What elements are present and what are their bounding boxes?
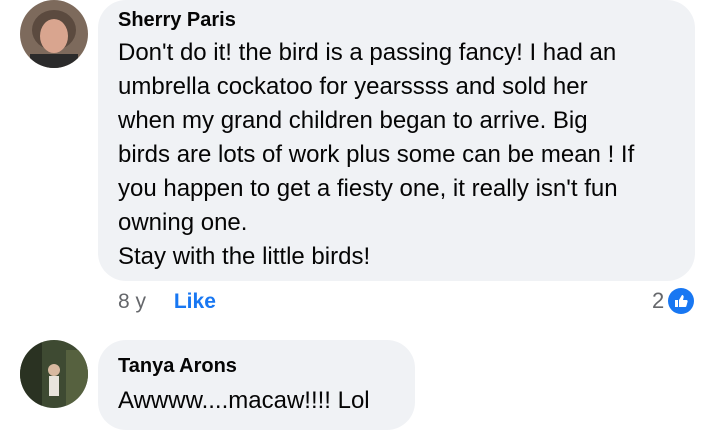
avatar[interactable] <box>20 0 88 68</box>
comment-text: Don't do it! the bird is a passing fancy… <box>118 39 635 270</box>
reaction-count: 2 <box>652 288 665 313</box>
comment-bubble: Tanya Arons Awwww....macaw!!!! Lol <box>98 340 415 430</box>
like-button[interactable]: Like <box>174 290 216 313</box>
comment-text: Awwww....macaw!!!! Lol <box>118 387 370 414</box>
comment-meta: 8 y Like <box>118 290 216 314</box>
comment-author[interactable]: Tanya Arons <box>118 354 395 378</box>
avatar[interactable] <box>20 340 88 408</box>
reaction-summary[interactable]: 2 <box>652 288 695 314</box>
comment-timestamp[interactable]: 8 y <box>118 290 146 313</box>
comment-bubble: Sherry Paris Don't do it! the bird is a … <box>98 0 695 281</box>
comment-author[interactable]: Sherry Paris <box>118 8 675 32</box>
thumbs-up-icon <box>668 288 695 314</box>
